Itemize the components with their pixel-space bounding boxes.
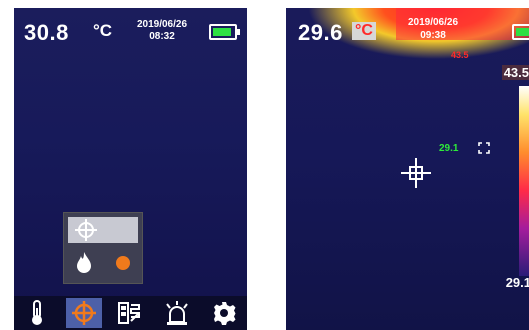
crosshair-icon — [71, 301, 96, 325]
color-scale-bar — [519, 86, 529, 276]
palette-button[interactable] — [112, 298, 148, 328]
flame-icon — [77, 252, 91, 273]
hot-spot-label: 43.5 — [451, 50, 469, 60]
crosshair-button[interactable] — [65, 298, 102, 328]
spot-temperature: 29.1 — [439, 143, 459, 154]
time-label: 09:38 — [420, 30, 446, 41]
crosshair-icon — [75, 219, 97, 241]
alarm-icon — [166, 301, 188, 325]
gear-icon — [213, 302, 236, 325]
battery-icon — [512, 24, 529, 40]
measure-popup-menu — [63, 212, 143, 284]
scale-min-label: 29.1 — [505, 275, 529, 290]
crosshair-icon — [401, 158, 431, 188]
center-temperature: 30.8 — [24, 20, 69, 45]
center-temperature: 29.6 — [298, 20, 343, 45]
thermometer-button[interactable] — [19, 298, 55, 328]
focus-bracket-icon — [478, 142, 490, 154]
date-label: 2019/06/26 — [136, 19, 188, 30]
scale-max-label: 43.5 — [501, 65, 529, 80]
alarm-button[interactable] — [159, 298, 195, 328]
date-label: 2019/06/26 — [407, 17, 459, 28]
temperature-unit: °C — [352, 22, 376, 40]
thermometer-icon — [32, 300, 43, 325]
bottom-toolbar — [14, 296, 247, 330]
temperature-unit: °C — [93, 21, 113, 40]
settings-button[interactable] — [206, 298, 242, 328]
time-label: 08:32 — [149, 31, 175, 42]
status-dot — [116, 256, 130, 270]
popup-item-crosshair[interactable] — [68, 217, 138, 243]
thermal-screen-left: 30.8 °C 2019/06/26 08:32 — [14, 8, 247, 330]
popup-item-flame[interactable] — [68, 249, 138, 277]
palette-icon — [118, 302, 141, 324]
battery-icon — [209, 24, 240, 40]
thermal-screen-right: 29.6 °C 2019/06/26 09:38 43.5 43.5 29.1 … — [286, 8, 529, 330]
